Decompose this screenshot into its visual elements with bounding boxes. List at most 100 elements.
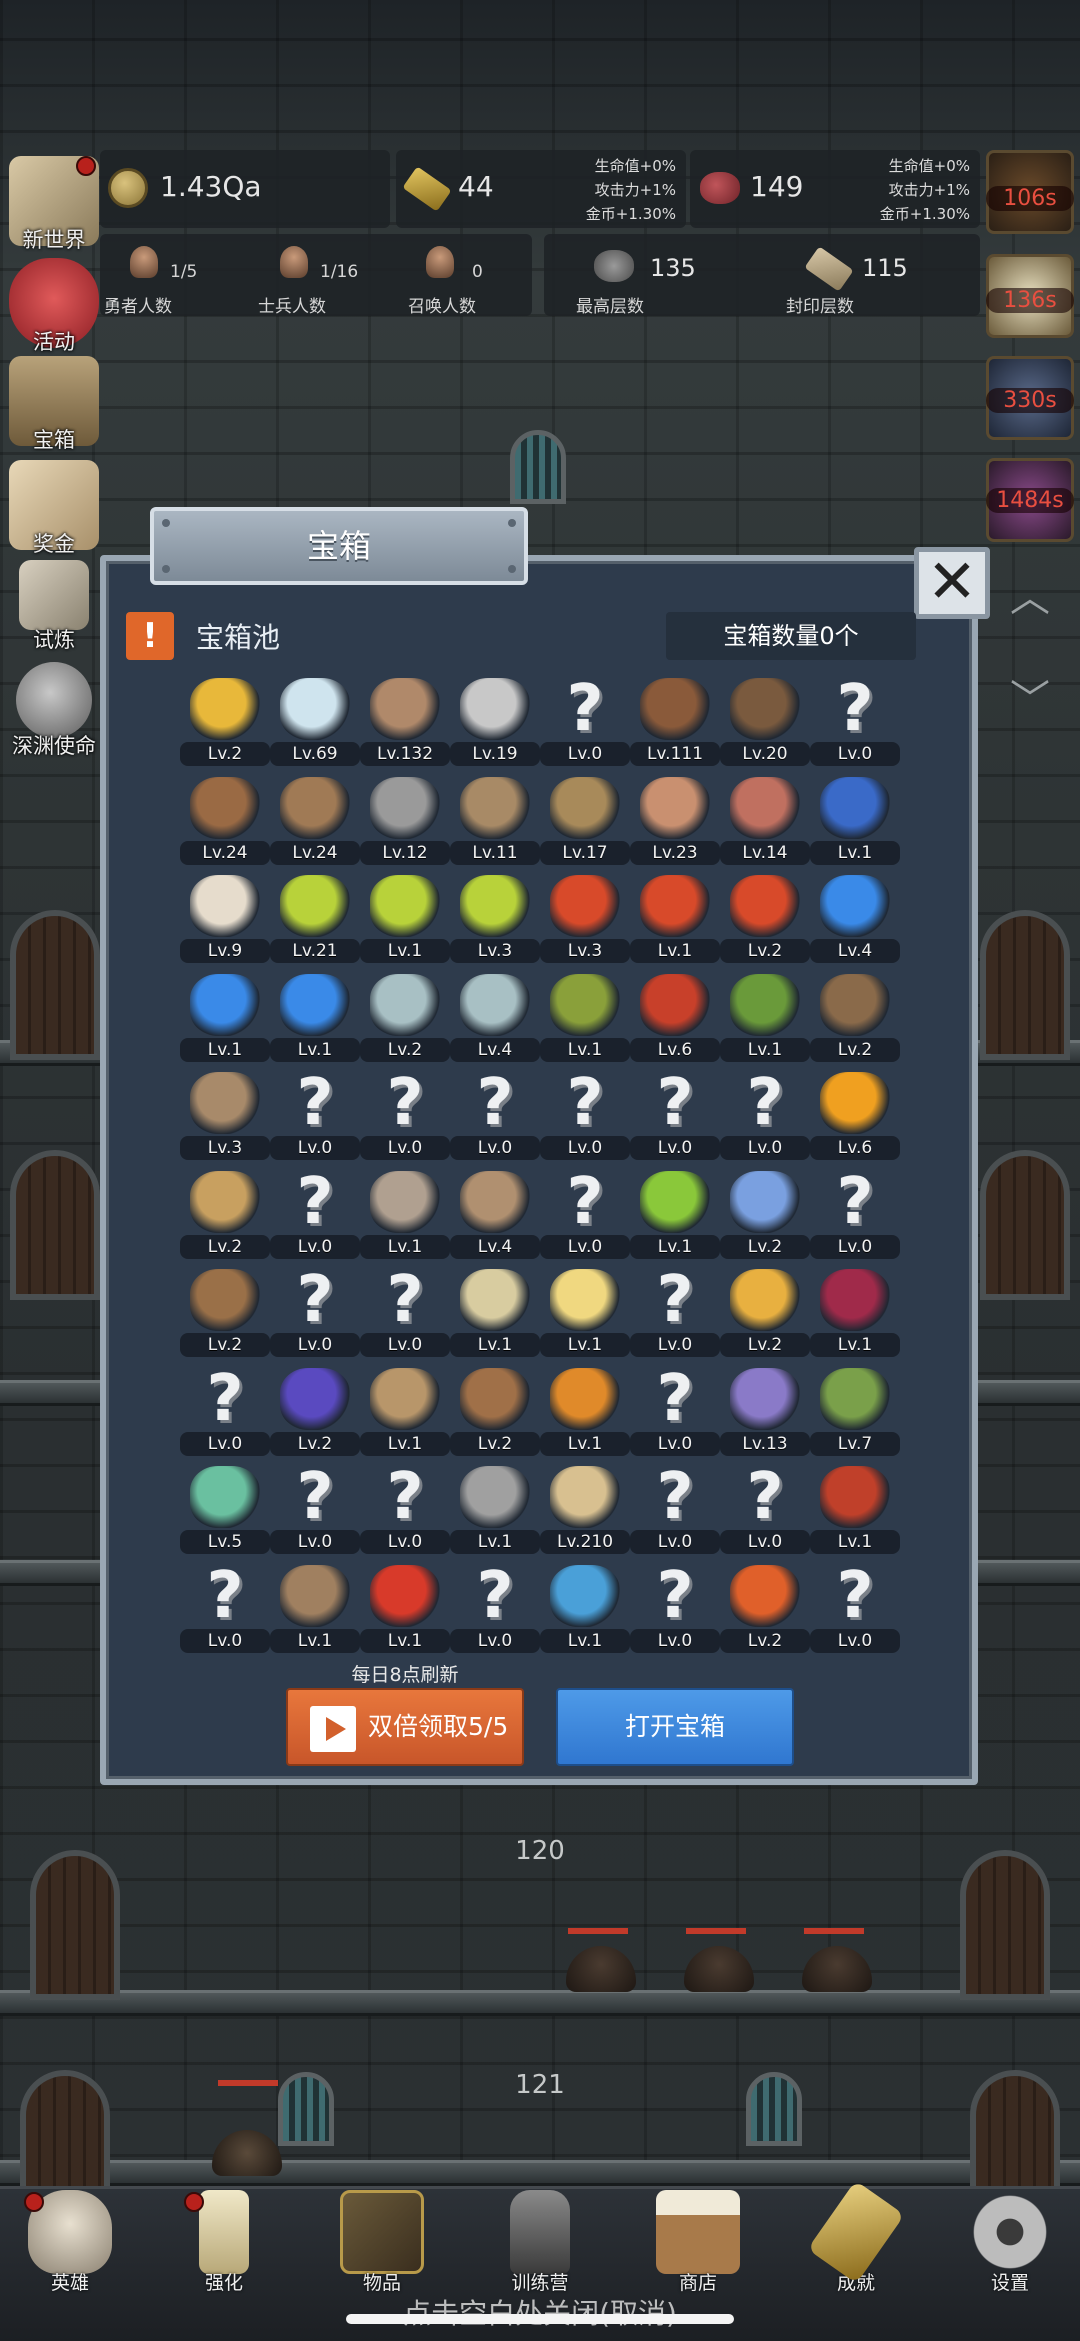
- item-slot[interactable]: Lv.1: [810, 1464, 900, 1560]
- item-slot[interactable]: Lv.1: [450, 1464, 540, 1560]
- item-slot[interactable]: Lv.1: [810, 775, 900, 871]
- chevron-down-icon[interactable]: ﹀: [1000, 680, 1060, 720]
- item-slot[interactable]: ? Lv.0: [720, 1070, 810, 1166]
- item-slot[interactable]: Lv.2: [360, 972, 450, 1068]
- chevron-up-icon[interactable]: ︿: [1000, 578, 1060, 618]
- item-slot[interactable]: ? Lv.0: [180, 1366, 270, 1462]
- item-slot[interactable]: Lv.4: [450, 972, 540, 1068]
- item-slot[interactable]: ? Lv.0: [270, 1267, 360, 1363]
- item-slot[interactable]: Lv.6: [810, 1070, 900, 1166]
- side-trial[interactable]: 试炼: [4, 560, 104, 654]
- item-slot[interactable]: ? Lv.0: [630, 1366, 720, 1462]
- item-slot[interactable]: Lv.2: [720, 873, 810, 969]
- item-slot[interactable]: Lv.1: [360, 1563, 450, 1659]
- item-slot[interactable]: ? Lv.0: [810, 1169, 900, 1265]
- item-slot[interactable]: Lv.1: [540, 1563, 630, 1659]
- item-slot[interactable]: Lv.1: [450, 1267, 540, 1363]
- item-slot[interactable]: Lv.7: [810, 1366, 900, 1462]
- item-slot[interactable]: Lv.24: [270, 775, 360, 871]
- item-slot[interactable]: ? Lv.0: [450, 1070, 540, 1166]
- item-slot[interactable]: Lv.11: [450, 775, 540, 871]
- item-slot[interactable]: ? Lv.0: [540, 1169, 630, 1265]
- item-slot[interactable]: Lv.1: [360, 873, 450, 969]
- item-slot[interactable]: Lv.14: [720, 775, 810, 871]
- item-slot[interactable]: ? Lv.0: [270, 1070, 360, 1166]
- item-slot[interactable]: Lv.69: [270, 676, 360, 772]
- item-slot[interactable]: Lv.1: [630, 873, 720, 969]
- item-slot[interactable]: Lv.12: [360, 775, 450, 871]
- item-slot[interactable]: ? Lv.0: [720, 1464, 810, 1560]
- item-slot[interactable]: ? Lv.0: [270, 1169, 360, 1265]
- nav-items[interactable]: 物品: [312, 2190, 452, 2295]
- side-events[interactable]: 活动: [4, 258, 104, 356]
- item-slot[interactable]: Lv.19: [450, 676, 540, 772]
- item-slot[interactable]: Lv.5: [180, 1464, 270, 1560]
- item-slot[interactable]: Lv.1: [360, 1366, 450, 1462]
- item-slot[interactable]: ? Lv.0: [540, 1070, 630, 1166]
- item-slot[interactable]: Lv.2: [180, 1169, 270, 1265]
- item-slot[interactable]: Lv.1: [720, 972, 810, 1068]
- item-slot[interactable]: ? Lv.0: [630, 1070, 720, 1166]
- nav-settings[interactable]: 设置: [940, 2190, 1080, 2295]
- item-slot[interactable]: Lv.1: [270, 1563, 360, 1659]
- open-chest-button[interactable]: 打开宝箱: [556, 1688, 794, 1766]
- item-slot[interactable]: Lv.1: [180, 972, 270, 1068]
- nav-shop[interactable]: 商店: [628, 2190, 768, 2295]
- item-slot[interactable]: ? Lv.0: [180, 1563, 270, 1659]
- item-slot[interactable]: ? Lv.0: [450, 1563, 540, 1659]
- item-slot[interactable]: Lv.132: [360, 676, 450, 772]
- side-new-world[interactable]: 新世界: [4, 156, 104, 254]
- item-slot[interactable]: ? Lv.0: [810, 1563, 900, 1659]
- item-slot[interactable]: ? Lv.0: [630, 1464, 720, 1560]
- nav-upgrade[interactable]: 强化: [154, 2190, 294, 2295]
- item-slot[interactable]: Lv.2: [450, 1366, 540, 1462]
- item-slot[interactable]: Lv.20: [720, 676, 810, 772]
- item-slot[interactable]: Lv.9: [180, 873, 270, 969]
- item-slot[interactable]: Lv.2: [270, 1366, 360, 1462]
- item-slot[interactable]: Lv.2: [180, 676, 270, 772]
- item-slot[interactable]: ? Lv.0: [270, 1464, 360, 1560]
- item-slot[interactable]: ? Lv.0: [360, 1464, 450, 1560]
- item-slot[interactable]: Lv.2: [720, 1563, 810, 1659]
- item-slot[interactable]: ? Lv.0: [810, 676, 900, 772]
- item-slot[interactable]: Lv.1: [540, 1267, 630, 1363]
- item-slot[interactable]: Lv.4: [450, 1169, 540, 1265]
- item-slot[interactable]: Lv.2: [180, 1267, 270, 1363]
- item-slot[interactable]: ? Lv.0: [630, 1563, 720, 1659]
- item-slot[interactable]: Lv.3: [450, 873, 540, 969]
- item-slot[interactable]: Lv.111: [630, 676, 720, 772]
- item-slot[interactable]: Lv.4: [810, 873, 900, 969]
- item-slot[interactable]: Lv.3: [540, 873, 630, 969]
- item-slot[interactable]: ? Lv.0: [540, 676, 630, 772]
- nav-training[interactable]: 训练营: [470, 2190, 610, 2295]
- item-slot[interactable]: ? Lv.0: [630, 1267, 720, 1363]
- nav-achievements[interactable]: 成就: [786, 2180, 926, 2295]
- nav-heroes[interactable]: 英雄: [0, 2190, 140, 2295]
- item-slot[interactable]: Lv.2: [720, 1169, 810, 1265]
- item-slot[interactable]: Lv.6: [630, 972, 720, 1068]
- item-slot[interactable]: Lv.17: [540, 775, 630, 871]
- side-abyss-mission[interactable]: 深渊使命: [4, 662, 104, 760]
- item-slot[interactable]: Lv.13: [720, 1366, 810, 1462]
- item-slot[interactable]: Lv.24: [180, 775, 270, 871]
- item-slot[interactable]: Lv.1: [360, 1169, 450, 1265]
- item-slot[interactable]: Lv.1: [630, 1169, 720, 1265]
- item-slot[interactable]: ? Lv.0: [360, 1070, 450, 1166]
- item-slot[interactable]: Lv.23: [630, 775, 720, 871]
- item-slot[interactable]: Lv.210: [540, 1464, 630, 1560]
- double-claim-button[interactable]: 双倍领取5/5: [286, 1688, 524, 1766]
- item-slot[interactable]: Lv.1: [540, 972, 630, 1068]
- item-slot[interactable]: Lv.2: [810, 972, 900, 1068]
- item-slot[interactable]: Lv.2: [720, 1267, 810, 1363]
- item-slot[interactable]: ? Lv.0: [360, 1267, 450, 1363]
- side-chest[interactable]: 宝箱: [4, 356, 104, 454]
- home-indicator[interactable]: [346, 2314, 734, 2324]
- item-slot[interactable]: Lv.21: [270, 873, 360, 969]
- item-slot[interactable]: Lv.1: [810, 1267, 900, 1363]
- item-slot[interactable]: Lv.1: [270, 972, 360, 1068]
- side-bonus[interactable]: 奖金: [4, 460, 104, 558]
- item-slot[interactable]: Lv.3: [180, 1070, 270, 1166]
- close-button[interactable]: ✕: [914, 547, 990, 619]
- item-slot[interactable]: Lv.1: [540, 1366, 630, 1462]
- close-hint[interactable]: 点击空白处关闭(取消): [340, 2292, 740, 2332]
